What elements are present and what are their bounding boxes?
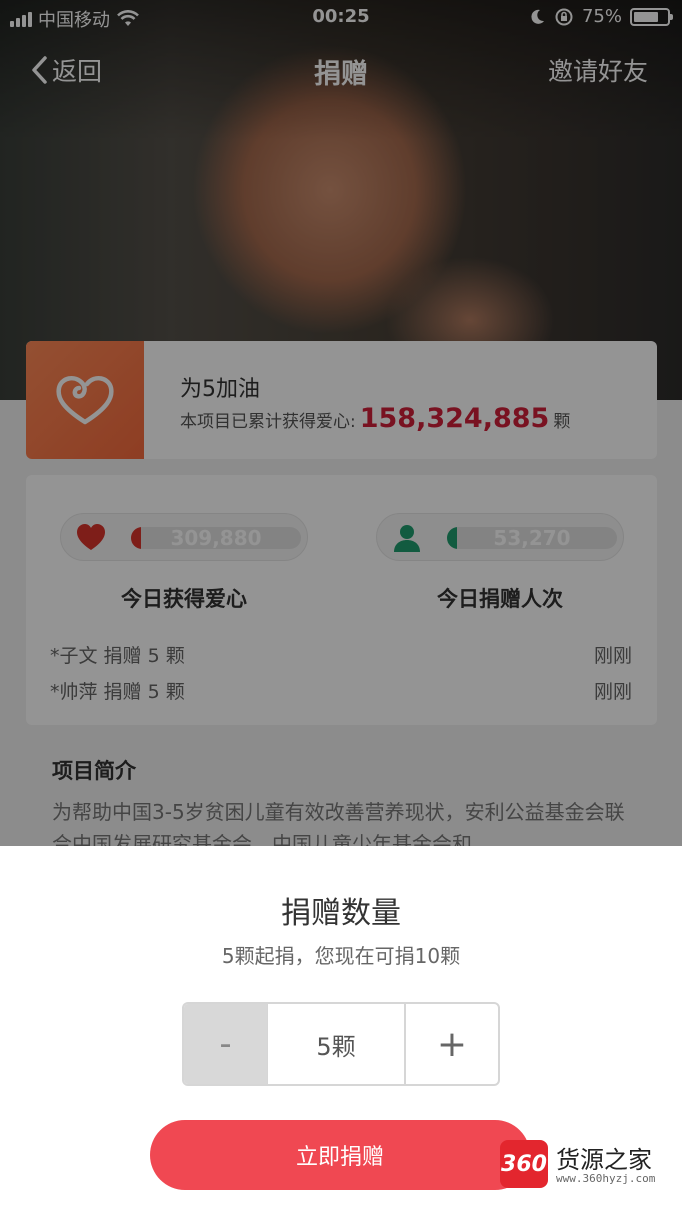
watermark-logo: 360 货源之家 www.360hyzj.com	[498, 1136, 682, 1192]
sheet-title: 捐赠数量	[281, 896, 401, 931]
increase-button[interactable]: +	[406, 1004, 498, 1084]
sheet-subtitle: 5颗起捐，您现在可捐10颗	[221, 944, 461, 968]
decrease-button[interactable]: -	[184, 1004, 268, 1084]
watermark-name: 货源之家	[556, 1146, 652, 1174]
quantity-value[interactable]: 5颗	[268, 1004, 406, 1084]
watermark-url: www.360hyzj.com	[556, 1172, 656, 1185]
quantity-stepper: - 5颗 +	[182, 1002, 500, 1086]
watermark-badge: 360	[500, 1140, 548, 1188]
donate-now-button[interactable]: 立即捐赠	[150, 1120, 530, 1190]
